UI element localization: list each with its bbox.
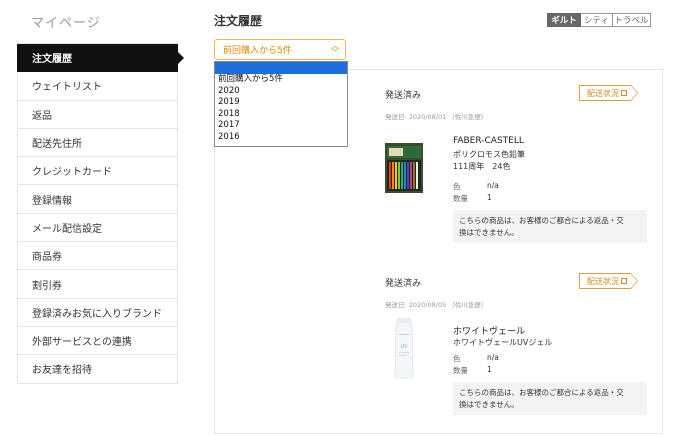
period-select-value: 前回購入から5件 xyxy=(223,46,292,56)
product-name: ホワイトヴェールUVジェル xyxy=(453,338,553,347)
external-link-icon xyxy=(621,90,627,96)
order-status: 発送済み xyxy=(385,91,422,101)
color-label: 色 xyxy=(453,182,461,191)
sidebar-item-order-history[interactable]: 注文履歴 xyxy=(17,44,184,73)
page-title: 注文履歴 xyxy=(214,14,263,28)
sidebar-item-registration-info[interactable]: 登録情報 xyxy=(17,185,178,214)
tab-travel[interactable]: トラベル xyxy=(613,13,651,27)
sidebar-nav: 注文履歴 ウェイトリスト 返品 配送先住所 クレジットカード 登録情報 メール配… xyxy=(17,43,184,384)
product-image-pencils xyxy=(385,143,423,193)
sidebar-item-waitlist[interactable]: ウェイトリスト xyxy=(17,72,178,101)
track-shipment-button[interactable]: 配送状況 xyxy=(579,273,638,289)
sidebar-item-gift-card[interactable]: 商品券 xyxy=(17,242,178,271)
product-name: ポリクロモス色鉛筆 xyxy=(453,150,525,159)
site-switcher: ギルト シティ トラベル xyxy=(547,13,651,27)
order-status: 発送済み xyxy=(385,279,422,289)
quantity-value: 1 xyxy=(487,193,492,202)
sidebar-item-shipping-address[interactable]: 配送先住所 xyxy=(17,128,178,158)
chevron-up-down-icon: ︿ ﹀ xyxy=(331,41,339,57)
sidebar-item-email-settings[interactable]: メール配信設定 xyxy=(17,213,178,243)
return-policy-line-1: こちらの商品は、お客様のご都合による返品・交 xyxy=(459,216,624,225)
dropdown-option-2019[interactable]: 2019 xyxy=(215,97,347,109)
return-policy-note: こちらの商品は、お客様のご都合による返品・交 換はできません。 xyxy=(453,382,647,415)
dropdown-option-blank[interactable] xyxy=(215,62,347,74)
sidebar-item-coupons[interactable]: 割引券 xyxy=(17,270,178,299)
quantity-value: 1 xyxy=(487,365,492,374)
sidebar-item-favorite-brands[interactable]: 登録済みお気に入りブランド xyxy=(17,298,178,327)
dropdown-option-2016[interactable]: 2016 xyxy=(215,132,347,144)
color-value: n/a xyxy=(487,181,499,190)
quantity-label: 数量 xyxy=(453,366,468,375)
period-dropdown-list: 前回購入から5件 2020 2019 2018 2017 2016 xyxy=(214,61,348,147)
return-policy-line-1: こちらの商品は、お客様のご都合による返品・交 xyxy=(459,388,624,397)
sidebar-item-returns[interactable]: 返品 xyxy=(17,100,178,129)
track-shipment-label: 配送状況 xyxy=(587,88,619,98)
dropdown-option-2017[interactable]: 2017 xyxy=(215,120,347,132)
color-value: n/a xyxy=(487,353,499,362)
external-link-icon xyxy=(621,278,627,284)
dropdown-option-last-5[interactable]: 前回購入から5件 xyxy=(215,74,347,86)
sidebar-item-external-services[interactable]: 外部サービスとの連携 xyxy=(17,326,178,356)
tab-city[interactable]: シティ xyxy=(581,13,613,27)
sidebar-item-invite-friends[interactable]: お友達を招待 xyxy=(17,355,178,384)
sidebar-item-credit-card[interactable]: クレジットカード xyxy=(17,157,178,186)
dropdown-option-2018[interactable]: 2018 xyxy=(215,109,347,121)
ship-date: 発送日: 2020/08/05 （佐川急便） xyxy=(385,301,488,309)
product-brand: FABER-CASTELL xyxy=(453,136,524,146)
return-policy-line-2: 換はできません。 xyxy=(459,400,519,409)
mypage-title: マイページ xyxy=(31,16,101,31)
product-variant: 111周年 24色 xyxy=(453,162,511,171)
color-label: 色 xyxy=(453,354,461,363)
quantity-label: 数量 xyxy=(453,194,468,203)
product-brand: ホワイトヴェール xyxy=(453,327,526,337)
track-shipment-label: 配送状況 xyxy=(587,276,619,286)
product-image-uv-gel: UV xyxy=(385,316,423,382)
period-select[interactable]: 前回購入から5件 ︿ ﹀ xyxy=(214,39,346,60)
track-shipment-button[interactable]: 配送状況 xyxy=(579,85,638,101)
return-policy-note: こちらの商品は、お客様のご都合による返品・交 換はできません。 xyxy=(453,210,647,243)
svg-text:UV: UV xyxy=(400,344,408,350)
return-policy-line-2: 換はできません。 xyxy=(459,228,519,237)
ship-date: 発送日: 2020/08/01 （佐川急便） xyxy=(385,113,488,121)
tab-gilt[interactable]: ギルト xyxy=(547,13,581,27)
dropdown-option-2020[interactable]: 2020 xyxy=(215,86,347,98)
